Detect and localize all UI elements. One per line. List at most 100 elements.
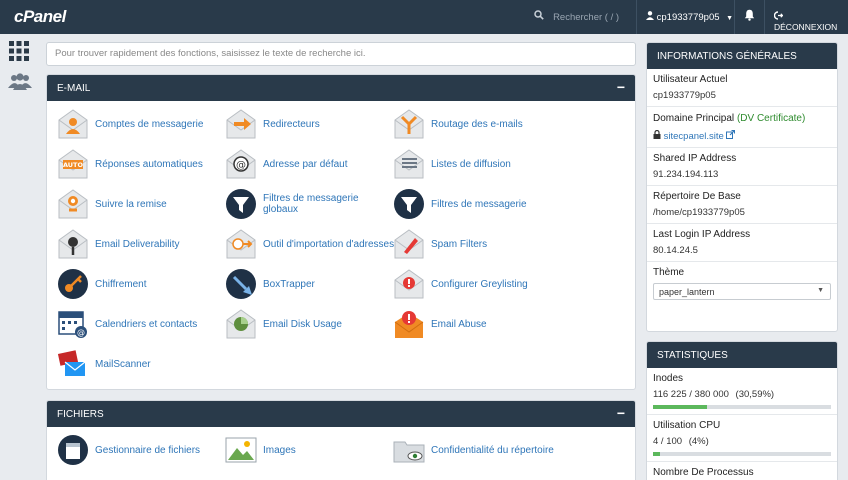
- theme-select[interactable]: paper_lantern ▼: [653, 283, 831, 300]
- email-item[interactable]: Spam Filters: [393, 227, 563, 261]
- external-link-icon[interactable]: [726, 129, 736, 142]
- inodes-count: 116 225 / 380 000: [653, 389, 729, 400]
- email-item-label: Routage des e-mails: [431, 118, 523, 130]
- email-item[interactable]: Email Abuse: [393, 307, 563, 341]
- cert-close: ): [801, 113, 806, 124]
- file-manager-icon: [57, 434, 89, 466]
- email-item-label: Email Disk Usage: [263, 318, 342, 330]
- email-panel-header[interactable]: E-MAIL −: [47, 75, 635, 101]
- collapse-icon[interactable]: −: [617, 79, 625, 95]
- email-item-label: Chiffrement: [95, 278, 147, 290]
- users-icon[interactable]: [8, 72, 32, 96]
- files-item[interactable]: Images: [225, 433, 395, 467]
- email-item[interactable]: Chiffrement: [57, 267, 227, 301]
- inodes-progress-fill: [653, 405, 708, 409]
- divider: [734, 0, 735, 34]
- collapse-icon[interactable]: −: [617, 405, 625, 421]
- theme-value: paper_lantern: [659, 287, 715, 297]
- encryption-icon: [57, 268, 89, 300]
- user-icon: [646, 11, 657, 23]
- email-item[interactable]: Outil d'importation d'adresses: [225, 227, 395, 261]
- forwarders-icon: [225, 108, 257, 140]
- ip-label: Shared IP Address: [653, 153, 737, 164]
- track-delivery-icon: [57, 188, 89, 220]
- cpu-progress: [653, 452, 831, 456]
- home-value: /home/cp1933779p05: [653, 207, 745, 218]
- email-panel: E-MAIL − Comptes de messagerie Redirecteu…: [46, 74, 636, 390]
- caret-down-icon: ▼: [726, 15, 734, 22]
- email-item[interactable]: Filtres de messagerie: [393, 187, 563, 221]
- grid-icon[interactable]: [8, 40, 32, 64]
- domain-label: Domaine Principal (DV Certificate): [653, 112, 831, 125]
- email-accounts-icon: [57, 108, 89, 140]
- email-panel-title: E-MAIL: [57, 83, 91, 94]
- process-row: Nombre De Processus: [647, 462, 837, 480]
- statistics-title: STATISTIQUES: [657, 350, 728, 361]
- svg-text:@: @: [236, 160, 246, 171]
- email-item-label: Réponses automatiques: [95, 158, 203, 170]
- email-item-label: Configurer Greylisting: [431, 278, 528, 290]
- files-item-label: Images: [263, 444, 296, 456]
- email-item[interactable]: Filtres de messagerie globaux: [225, 187, 395, 221]
- autoresponders-icon: AUTO: [57, 148, 89, 180]
- email-item[interactable]: BoxTrapper: [225, 267, 395, 301]
- email-item[interactable]: Email Disk Usage: [225, 307, 395, 341]
- email-item[interactable]: MailScanner: [57, 347, 227, 381]
- general-info-header: INFORMATIONS GÉNÉRALES: [647, 43, 837, 69]
- email-item[interactable]: @ Adresse par défaut: [225, 147, 395, 181]
- top-search[interactable]: Rechercher ( / ): [534, 10, 619, 23]
- inodes-percent: (30,59%): [735, 389, 775, 400]
- email-filters-icon: [393, 188, 425, 220]
- cpu-row: Utilisation CPU 4 / 100 (4%): [647, 415, 837, 462]
- email-item[interactable]: AUTO Réponses automatiques: [57, 147, 227, 181]
- greylisting-icon: [393, 268, 425, 300]
- ip-value: 91.234.194.113: [653, 169, 719, 180]
- email-item[interactable]: Comptes de messagerie: [57, 107, 227, 141]
- directory-privacy-icon: [393, 434, 425, 466]
- cert-label[interactable]: DV Certificate: [740, 113, 802, 124]
- files-panel: FICHIERS − Gestionnaire de fichiers Image…: [46, 400, 636, 480]
- last-login-label: Last Login IP Address: [653, 229, 751, 240]
- email-item-label: Suivre la remise: [95, 198, 167, 210]
- files-item[interactable]: Gestionnaire de fichiers: [57, 433, 227, 467]
- inodes-label: Inodes: [653, 373, 684, 384]
- function-search-input[interactable]: Pour trouver rapidement des fonctions, s…: [46, 42, 636, 66]
- email-item[interactable]: Configurer Greylisting: [393, 267, 563, 301]
- default-address-icon: @: [225, 148, 257, 180]
- bell-icon[interactable]: [744, 9, 755, 24]
- files-panel-header[interactable]: FICHIERS −: [47, 401, 635, 427]
- logout-button[interactable]: DÉCONNEXION: [773, 11, 848, 32]
- files-item-label: Gestionnaire de fichiers: [95, 444, 201, 456]
- top-search-placeholder: Rechercher ( / ): [553, 12, 620, 23]
- caret-down-icon: ▼: [817, 287, 824, 294]
- cpu-percent: (4%): [688, 436, 709, 447]
- email-item[interactable]: Routage des e-mails: [393, 107, 563, 141]
- current-user-value: cp1933779p05: [653, 90, 716, 101]
- user-menu[interactable]: cp1933779p05 ▼: [646, 11, 733, 23]
- email-item[interactable]: Redirecteurs: [225, 107, 395, 141]
- lock-icon: [653, 129, 664, 142]
- email-item[interactable]: Suivre la remise: [57, 187, 227, 221]
- email-item[interactable]: @ Calendriers et contacts: [57, 307, 227, 341]
- files-item[interactable]: Confidentialité du répertoire: [393, 433, 563, 467]
- current-user-label: Utilisateur Actuel: [653, 74, 728, 85]
- last-login-value: 80.14.24.5: [653, 245, 698, 256]
- files-panel-title: FICHIERS: [57, 409, 104, 420]
- email-item[interactable]: Listes de diffusion: [393, 147, 563, 181]
- images-icon: [225, 434, 257, 466]
- mailscanner-icon: [57, 348, 89, 380]
- files-item-label: Confidentialité du répertoire: [431, 444, 554, 456]
- cpanel-logo[interactable]: cPanel: [14, 7, 66, 27]
- theme-row: Thème paper_lantern ▼: [647, 262, 837, 305]
- global-filters-icon: [225, 188, 257, 220]
- email-item-label: Filtres de messagerie: [431, 198, 527, 210]
- mailing-lists-icon: [393, 148, 425, 180]
- home-row: Répertoire De Base /home/cp1933779p05: [647, 186, 837, 224]
- email-item-label: Adresse par défaut: [263, 158, 348, 170]
- domain-row: Domaine Principal (DV Certificate) sitec…: [647, 107, 837, 148]
- email-item-label: Comptes de messagerie: [95, 118, 204, 130]
- divider: [764, 0, 765, 34]
- statistics-header: STATISTIQUES: [647, 342, 837, 368]
- email-item[interactable]: Email Deliverability: [57, 227, 227, 261]
- domain-link[interactable]: sitecpanel.site: [664, 131, 724, 142]
